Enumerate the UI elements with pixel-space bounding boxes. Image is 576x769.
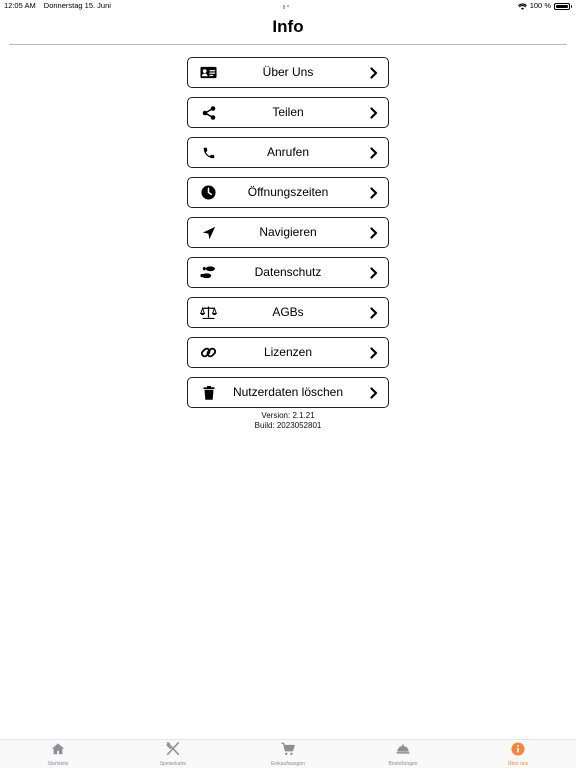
title-divider (9, 44, 567, 45)
tab-bestellungen[interactable]: Bestellungen (363, 742, 443, 769)
chevron-right-icon (370, 187, 378, 199)
tab-bar: Startseite Speisekarte Einkaufswagen Bes… (0, 739, 576, 768)
trash-icon (200, 385, 217, 400)
menu-item-lizenzen[interactable]: Lizenzen (187, 337, 389, 368)
menu-item-oeffnungszeiten[interactable]: Öffnungszeiten (187, 177, 389, 208)
multitasking-dots-icon[interactable] (283, 5, 294, 9)
menu-item-teilen[interactable]: Teilen (187, 97, 389, 128)
location-arrow-icon (200, 225, 217, 240)
chevron-right-icon (370, 307, 378, 319)
menu-item-label: AGBs (272, 305, 304, 319)
chevron-right-icon (370, 147, 378, 159)
menu-item-ueber-uns[interactable]: Über Uns (187, 57, 389, 88)
menu-item-label: Öffnungszeiten (247, 185, 329, 199)
menu-item-label: Anrufen (266, 145, 310, 159)
status-right: 100 % (517, 0, 572, 12)
tab-ueber-uns[interactable]: Über uns (478, 742, 558, 769)
tab-einkaufswagen[interactable]: Einkaufswagen (248, 742, 328, 769)
home-icon (51, 743, 65, 755)
info-menu: Über Uns Teilen Anrufen Öffnungszeiten N… (187, 57, 389, 417)
chevron-right-icon (370, 267, 378, 279)
status-time: 12:05 AM (4, 1, 36, 10)
tab-label: Über uns (507, 761, 529, 767)
menu-item-agbs[interactable]: AGBs (187, 297, 389, 328)
chevron-right-icon (370, 347, 378, 359)
chevron-right-icon (370, 107, 378, 119)
cart-icon (281, 742, 295, 756)
info-icon (511, 742, 525, 756)
share-icon (200, 105, 217, 120)
tab-label: Startseite (47, 761, 69, 767)
chevron-right-icon (370, 227, 378, 239)
menu-item-label: Lizenzen (263, 345, 313, 359)
menu-item-navigieren[interactable]: Navigieren (187, 217, 389, 248)
cloche-icon (396, 744, 410, 754)
link-icon (200, 345, 217, 360)
menu-item-anrufen[interactable]: Anrufen (187, 137, 389, 168)
version-info: Version: 2.1.21 Build: 2023052801 (0, 411, 576, 431)
version-text: Version: 2.1.21 (261, 411, 315, 420)
menu-item-nutzerdaten-loeschen[interactable]: Nutzerdaten löschen (187, 377, 389, 408)
page-title: Info (272, 17, 304, 36)
balance-scale-icon (200, 305, 217, 320)
fork-knife-icon (166, 742, 180, 756)
menu-item-label: Nutzerdaten löschen (232, 385, 344, 399)
wifi-icon (517, 3, 527, 10)
tab-label: Bestellungen (388, 761, 418, 767)
status-bar: 12:05 AM Donnerstag 15. Juni 100 % (0, 0, 576, 12)
phone-icon (200, 145, 217, 160)
status-left: 12:05 AM Donnerstag 15. Juni (4, 0, 117, 12)
menu-item-datenschutz[interactable]: Datenschutz (187, 257, 389, 288)
clock-icon (200, 185, 217, 200)
chevron-right-icon (370, 67, 378, 79)
tab-label: Einkaufswagen (271, 761, 305, 767)
menu-item-label: Über Uns (262, 65, 314, 79)
footprints-icon (200, 265, 217, 280)
status-date: Donnerstag 15. Juni (43, 1, 111, 10)
menu-item-label: Navigieren (259, 225, 317, 239)
build-text: Build: 2023052801 (254, 421, 322, 430)
menu-item-label: Datenschutz (254, 265, 322, 279)
tab-startseite[interactable]: Startseite (18, 742, 98, 769)
chevron-right-icon (370, 387, 378, 399)
contact-card-icon (200, 65, 217, 80)
battery-percent: 100 % (529, 1, 551, 10)
menu-item-label: Teilen (272, 105, 304, 119)
tab-label: Speisekarte (159, 761, 187, 767)
battery-icon (554, 2, 572, 10)
tab-speisekarte[interactable]: Speisekarte (133, 742, 213, 769)
